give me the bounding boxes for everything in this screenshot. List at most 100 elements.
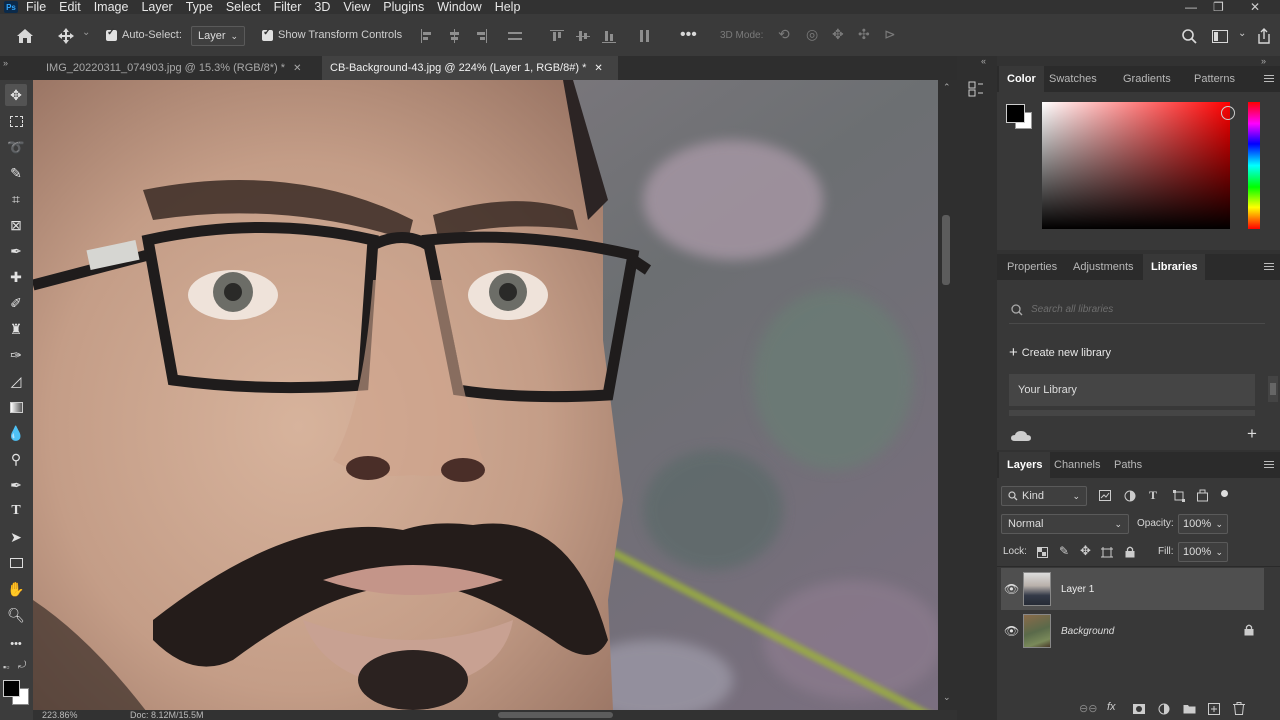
edit-toolbar-icon[interactable]: ••• xyxy=(5,633,27,655)
minimize-icon[interactable]: — xyxy=(1185,0,1197,14)
collapse-panels-icon[interactable]: « xyxy=(981,56,986,66)
document-canvas[interactable] xyxy=(33,80,938,710)
menu-type[interactable]: Type xyxy=(186,0,213,14)
horizontal-scrollbar-thumb[interactable] xyxy=(498,712,613,718)
tab-paths[interactable]: Paths xyxy=(1106,452,1150,478)
tab-adjustments[interactable]: Adjustments xyxy=(1065,254,1142,280)
tab-cb-background[interactable]: CB-Background-43.jpg @ 224% (Layer 1, RG… xyxy=(322,56,618,80)
lock-image-icon[interactable]: ✎ xyxy=(1059,544,1069,558)
menu-help[interactable]: Help xyxy=(495,0,521,14)
layer-name[interactable]: Background xyxy=(1061,626,1114,637)
marquee-tool-icon[interactable] xyxy=(5,110,27,132)
frame-tool-icon[interactable]: ⊠ xyxy=(5,214,27,236)
tab-gradients[interactable]: Gradients xyxy=(1115,66,1179,92)
move-tool-icon[interactable]: ✥ xyxy=(5,84,27,106)
filter-smart-object-icon[interactable] xyxy=(1197,489,1208,502)
eyedropper-tool-icon[interactable]: ✒ xyxy=(5,240,27,262)
scroll-down-icon[interactable]: ⌄ xyxy=(943,692,951,703)
home-icon[interactable] xyxy=(16,28,34,44)
menu-plugins[interactable]: Plugins xyxy=(383,0,424,14)
menu-image[interactable]: Image xyxy=(94,0,129,14)
search-icon[interactable] xyxy=(1182,29,1197,44)
tab-properties[interactable]: Properties xyxy=(999,254,1065,280)
eye-visibility-icon[interactable]: 👁︎ xyxy=(1004,582,1019,596)
close-icon[interactable]: ✕ xyxy=(1250,0,1260,14)
layer-filter-kind-dropdown[interactable]: Kind ⌄ xyxy=(1001,486,1087,506)
quick-selection-tool-icon[interactable]: ✎ xyxy=(5,162,27,184)
menu-filter[interactable]: Filter xyxy=(274,0,302,14)
filter-adjustment-icon[interactable] xyxy=(1124,490,1136,502)
3d-roll-icon[interactable]: ◎ xyxy=(806,26,818,43)
clone-stamp-tool-icon[interactable]: ♜ xyxy=(5,318,27,340)
panel-menu-icon[interactable] xyxy=(1264,461,1274,470)
color-saturation-field[interactable] xyxy=(1042,102,1235,229)
scroll-up-icon[interactable]: ⌃ xyxy=(943,82,951,93)
cloud-icon[interactable] xyxy=(1011,430,1031,442)
tab-img-20220311[interactable]: IMG_20220311_074903.jpg @ 15.3% (RGB/8*)… xyxy=(38,56,316,80)
scrollbar-thumb[interactable] xyxy=(942,215,950,285)
share-icon[interactable] xyxy=(1256,28,1272,44)
libraries-scrollbar[interactable] xyxy=(1268,376,1278,402)
filter-pixel-icon[interactable] xyxy=(1099,490,1111,501)
lock-position-icon[interactable]: ✥ xyxy=(1080,543,1091,559)
more-options-icon[interactable]: ••• xyxy=(680,26,697,44)
add-mask-icon[interactable] xyxy=(1133,704,1145,714)
history-panel-icon[interactable] xyxy=(968,80,984,98)
blend-mode-dropdown[interactable]: Normal ⌄ xyxy=(1001,514,1129,534)
dodge-tool-icon[interactable]: ⚲ xyxy=(5,448,27,470)
link-layers-icon[interactable]: ⊖⊖ xyxy=(1079,702,1097,715)
lock-artboard-icon[interactable] xyxy=(1101,547,1113,559)
layer-row-background[interactable]: 👁︎ Background xyxy=(1001,610,1264,652)
close-tab-icon[interactable]: ✕ xyxy=(293,63,301,74)
menu-layer[interactable]: Layer xyxy=(141,0,172,14)
default-colors-icon[interactable]: ▪▫ xyxy=(3,662,9,672)
menu-3d[interactable]: 3D xyxy=(314,0,330,14)
crop-tool-icon[interactable]: ⌗ xyxy=(5,188,27,210)
delete-layer-icon[interactable] xyxy=(1233,702,1245,715)
new-group-icon[interactable] xyxy=(1183,703,1196,714)
filter-toggle-icon[interactable] xyxy=(1221,490,1228,497)
type-tool-icon[interactable]: T xyxy=(5,500,27,522)
3d-pan-icon[interactable]: ✥ xyxy=(832,26,844,43)
eraser-tool-icon[interactable]: ◿ xyxy=(5,370,27,392)
blur-tool-icon[interactable]: 💧 xyxy=(5,422,27,444)
canvas-vertical-scrollbar[interactable]: ⌃ ⌄ xyxy=(938,80,957,710)
foreground-color-swatch[interactable] xyxy=(3,680,20,697)
scrollbar-thumb[interactable] xyxy=(1270,383,1276,395)
zoom-level[interactable]: 223.86% xyxy=(42,710,78,720)
close-tab-icon[interactable]: ✕ xyxy=(594,63,602,74)
eye-visibility-icon[interactable]: 👁︎ xyxy=(1004,624,1019,638)
color-foreground-swatch[interactable] xyxy=(1006,104,1025,123)
panel-menu-icon[interactable] xyxy=(1264,75,1274,84)
lock-all-icon[interactable] xyxy=(1125,546,1135,558)
3d-orbit-icon[interactable]: ⟲ xyxy=(778,26,790,43)
brush-tool-icon[interactable]: ✐ xyxy=(5,292,27,314)
gradient-tool-icon[interactable] xyxy=(5,396,27,418)
workspace-chevron-icon[interactable]: ⌄ xyxy=(1238,28,1246,39)
menu-file[interactable]: File xyxy=(26,0,46,14)
zoom-tool-icon[interactable]: 🔍︎ xyxy=(5,604,27,626)
filter-shape-icon[interactable] xyxy=(1173,490,1185,502)
fill-input[interactable]: 100% ⌄ xyxy=(1178,542,1228,562)
hue-slider[interactable] xyxy=(1248,102,1260,229)
auto-select-checkbox[interactable]: Auto-Select: xyxy=(106,27,182,41)
filter-type-icon[interactable]: T xyxy=(1149,488,1157,503)
panel-menu-icon[interactable] xyxy=(1264,263,1274,272)
path-selection-tool-icon[interactable]: ➤ xyxy=(5,526,27,548)
menu-select[interactable]: Select xyxy=(226,0,261,14)
auto-select-target-dropdown[interactable]: Layer ⌄ xyxy=(191,26,245,46)
color-picker-handle[interactable] xyxy=(1221,106,1235,120)
restore-icon[interactable]: ❐ xyxy=(1213,0,1224,14)
layer-row-layer-1[interactable]: 👁︎ Layer 1 xyxy=(1001,568,1264,610)
hand-tool-icon[interactable]: ✋ xyxy=(5,578,27,600)
tab-libraries[interactable]: Libraries xyxy=(1143,254,1206,280)
menu-edit[interactable]: Edit xyxy=(59,0,81,14)
workspace-icon[interactable] xyxy=(1212,30,1228,43)
tab-channels[interactable]: Channels xyxy=(1046,452,1108,478)
fx-icon[interactable]: fx xyxy=(1107,701,1116,713)
chevron-down-icon[interactable]: ⌄ xyxy=(82,27,90,38)
show-transform-checkbox[interactable]: Show Transform Controls xyxy=(262,27,402,41)
tab-swatches[interactable]: Swatches xyxy=(1041,66,1105,92)
lock-transparent-icon[interactable] xyxy=(1037,547,1048,558)
collapse-dock-icon[interactable]: » xyxy=(1261,56,1266,66)
